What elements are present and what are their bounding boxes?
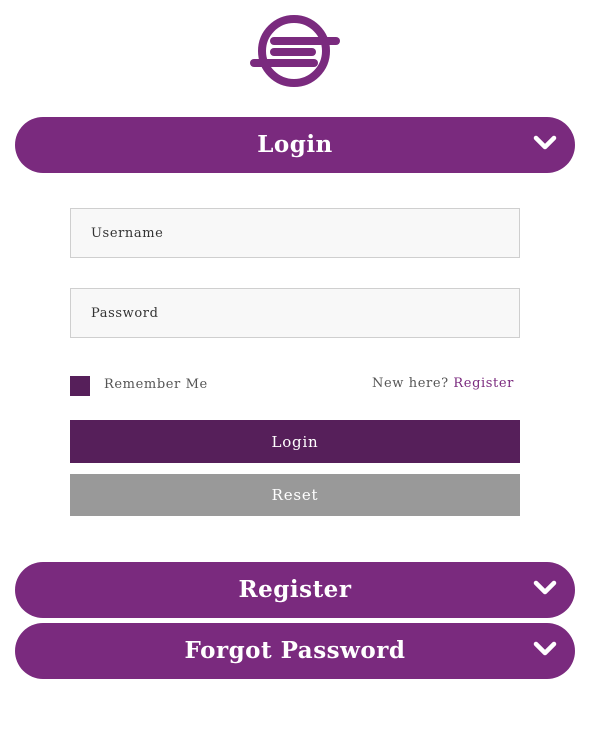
- remember-me-label: Remember Me: [104, 377, 208, 392]
- register-section-title: Register: [238, 575, 352, 603]
- register-link[interactable]: Register: [453, 376, 514, 391]
- brand-logo-icon: [250, 15, 340, 87]
- remember-me-checkbox[interactable]: [70, 376, 90, 396]
- register-section-header[interactable]: Register: [15, 562, 575, 618]
- chevron-down-icon: [533, 135, 557, 150]
- password-input[interactable]: [70, 288, 520, 338]
- new-here-text: New here?: [372, 376, 449, 391]
- new-here-prompt: New here? Register: [372, 376, 514, 391]
- forgot-password-section-title: Forgot Password: [184, 636, 406, 664]
- forgot-password-section-header[interactable]: Forgot Password: [15, 623, 575, 679]
- login-button[interactable]: Login: [70, 420, 520, 463]
- reset-button[interactable]: Reset: [70, 474, 520, 516]
- chevron-down-icon: [533, 580, 557, 595]
- login-section-title: Login: [257, 130, 333, 158]
- login-section-header[interactable]: Login: [15, 117, 575, 173]
- username-input[interactable]: [70, 208, 520, 258]
- chevron-down-icon: [533, 641, 557, 656]
